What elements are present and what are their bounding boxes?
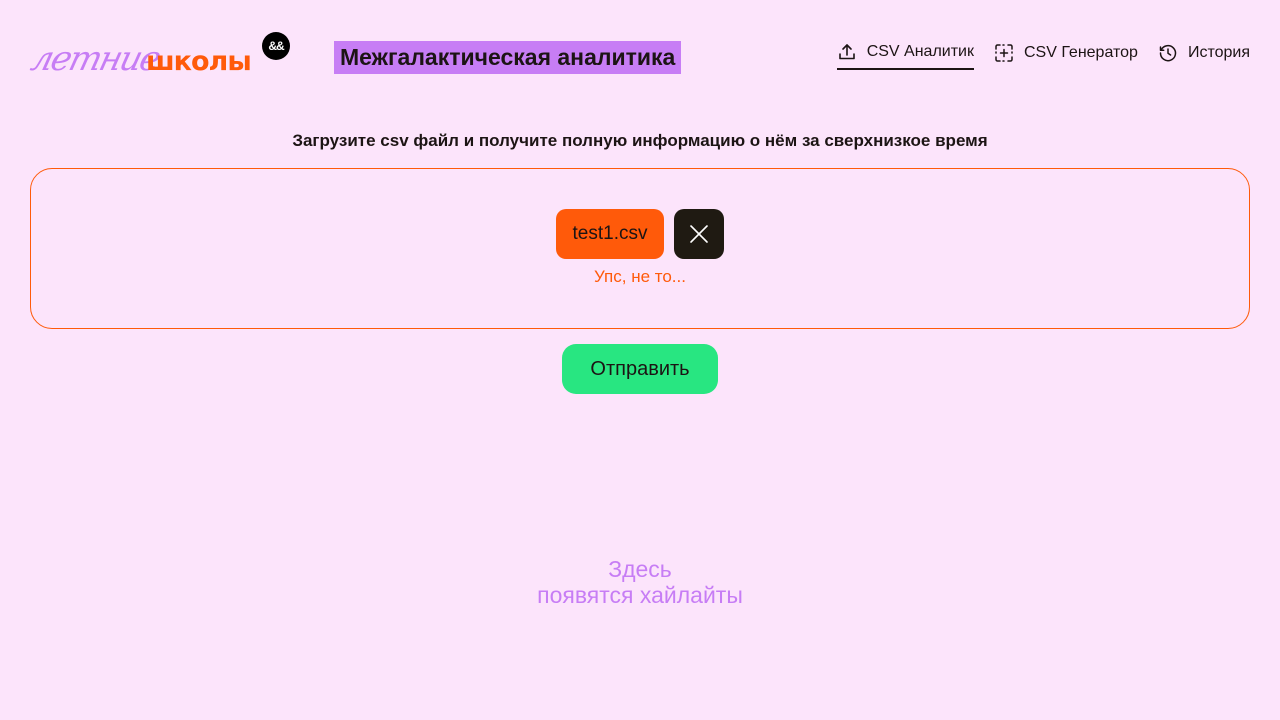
nav-item-csv-analyzer[interactable]: CSV Аналитик xyxy=(836,36,974,70)
nav-item-history[interactable]: История xyxy=(1158,36,1250,70)
generate-icon xyxy=(994,43,1014,63)
selected-file-row: test1.csv xyxy=(31,209,1249,259)
history-icon xyxy=(1158,43,1178,63)
logo-text-part2: школы xyxy=(146,46,252,77)
highlights-placeholder: Здесь появятся хайлайты xyxy=(0,556,1280,608)
page-subtitle: Загрузите csv файл и получите полную инф… xyxy=(292,131,988,150)
submit-button[interactable]: Отправить xyxy=(562,344,718,394)
file-dropzone[interactable]: test1.csv Упс, не то... xyxy=(30,168,1250,329)
file-name: test1.csv xyxy=(572,223,648,244)
nav-item-label: CSV Аналитик xyxy=(866,43,974,60)
page: летние школы && Межгалактическая аналити… xyxy=(0,0,1280,720)
selected-file-chip: test1.csv xyxy=(555,209,665,259)
nav-item-label: CSV Генератор xyxy=(1023,44,1138,61)
nav-item-label: История xyxy=(1187,44,1250,61)
close-icon xyxy=(690,225,709,243)
logo-text-part1: летние xyxy=(27,39,164,79)
upload-error-message: Упс, не то... xyxy=(594,267,686,286)
remove-file-button[interactable] xyxy=(674,209,725,259)
app-title: Межгалактическая аналитика xyxy=(334,41,682,74)
nav-item-csv-generator[interactable]: CSV Генератор xyxy=(994,36,1138,70)
main-nav: CSV Аналитик CSV Генератор История xyxy=(836,36,1250,70)
highlights-placeholder-line2: появятся хайлайты xyxy=(537,582,743,608)
logo-badge: && xyxy=(262,32,290,60)
highlights-placeholder-line1: Здесь xyxy=(608,556,672,582)
upload-icon xyxy=(837,42,857,62)
logo[interactable]: летние школы && xyxy=(27,28,292,88)
